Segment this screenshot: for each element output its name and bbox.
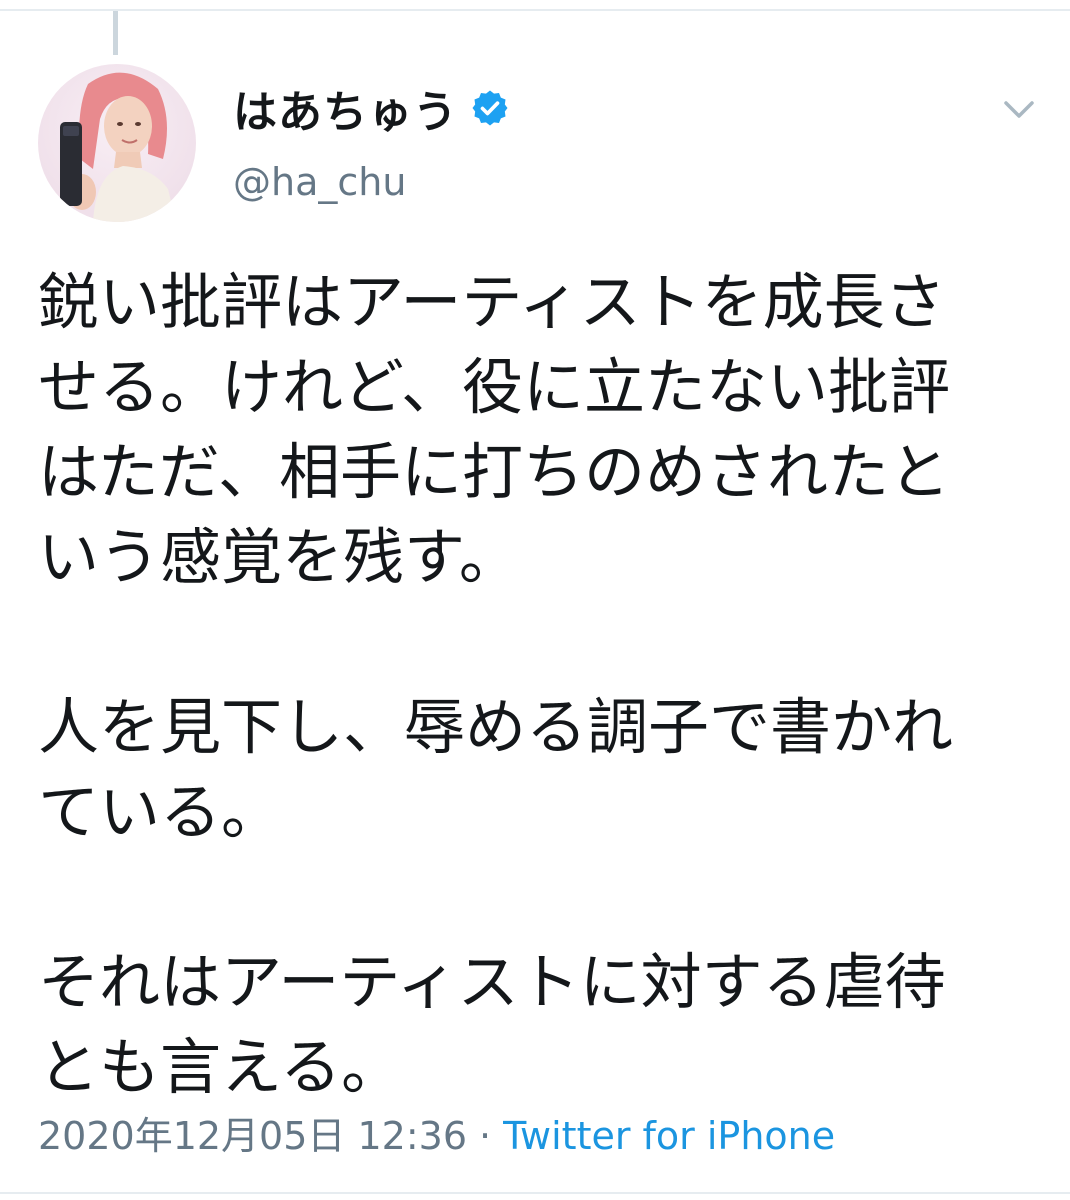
tweet-paragraph: 鋭い批評はアーティストを成長さ せる。けれど、役に立たない批評 はただ、相手に打… [38, 260, 1038, 600]
tweet-line: せる。けれど、役に立たない批評 [38, 352, 950, 423]
tweet-meta: 2020年12月05日 12:36 · Twitter for iPhone [38, 1105, 835, 1160]
thread-connector-line [113, 11, 118, 55]
tweet-line: 鋭い批評はアーティストを成長さ [38, 267, 946, 338]
author-name-row: はあちゅう [233, 80, 510, 138]
top-divider [0, 9, 1070, 11]
tweet-source-link[interactable]: Twitter for iPhone [503, 1114, 835, 1158]
bottom-divider [0, 1192, 1070, 1194]
author-handle[interactable]: @ha_chu [233, 160, 406, 204]
tweet-paragraph: 人を見下し、辱める調子で書かれ ている。 [38, 685, 1038, 855]
chevron-down-icon[interactable] [998, 88, 1040, 130]
tweet-timestamp[interactable]: 2020年12月05日 12:36 [38, 1105, 467, 1160]
tweet-line: 人を見下し、辱める調子で書かれ [38, 692, 954, 763]
tweet-line: いう感覚を残す。 [38, 522, 520, 593]
tweet-line: とも言える。 [38, 1032, 403, 1103]
tweet-line: それはアーティストに対する虐待 [38, 947, 946, 1018]
display-name[interactable]: はあちゅう [233, 76, 458, 140]
tweet-line: はただ、相手に打ちのめされたと [38, 437, 950, 508]
tweet-line: ている。 [38, 777, 283, 848]
meta-separator: · [479, 1114, 492, 1158]
tweet-paragraph: それはアーティストに対する虐待 とも言える。 [38, 940, 1038, 1110]
profile-avatar[interactable] [38, 64, 196, 222]
tweet-text: 鋭い批評はアーティストを成長さ せる。けれど、役に立たない批評 はただ、相手に打… [38, 260, 1038, 1110]
verified-badge-icon [470, 88, 510, 128]
